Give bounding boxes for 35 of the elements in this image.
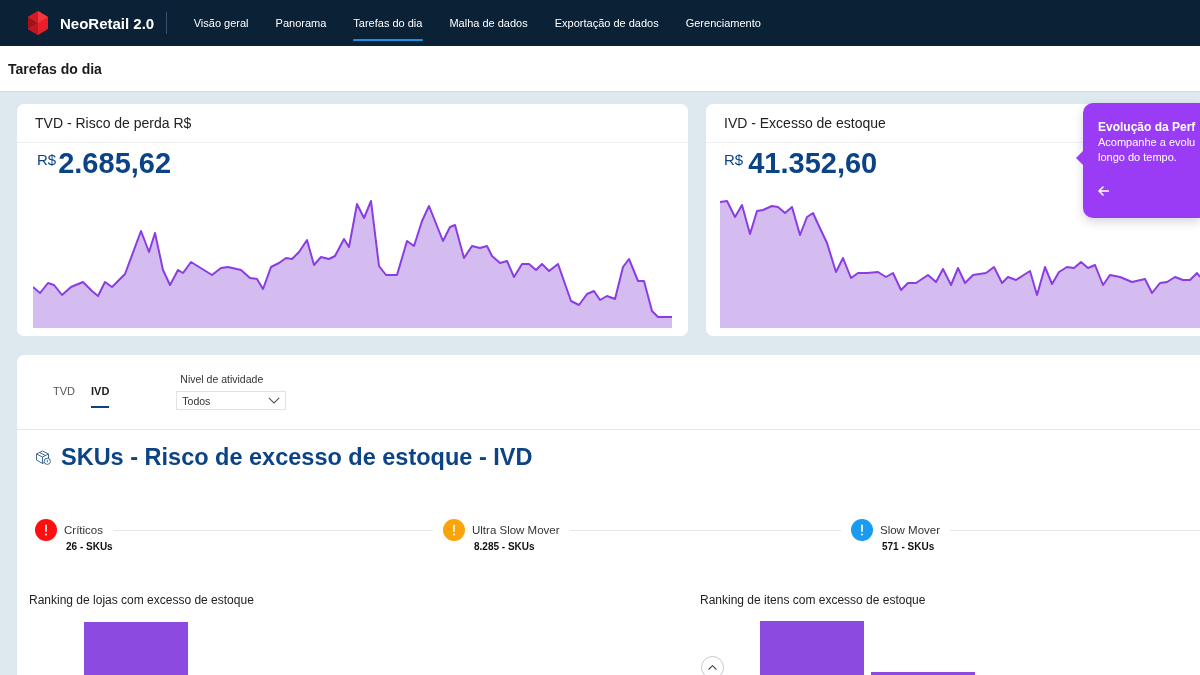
chart-title: Ranking de itens com excesso de estoque xyxy=(700,593,926,607)
nav-tab[interactable]: Tarefas do dia xyxy=(339,0,436,46)
status-label: Críticos xyxy=(64,524,103,536)
sku-count: 571 - SKUs xyxy=(881,541,935,553)
nav-tab[interactable]: Visão geral xyxy=(180,0,263,46)
kpi-value: 41.352,60 xyxy=(748,147,878,179)
chevron-down-icon xyxy=(268,397,281,404)
section-heading: SKUs - Risco de excesso de estoque - IVD xyxy=(61,444,533,470)
tab[interactable]: TVD xyxy=(53,384,75,408)
nav-tab[interactable]: Gerenciamento xyxy=(672,0,775,46)
filter-label: Nivel de atividade xyxy=(179,373,265,385)
chart-title: Ranking de lojas com excesso de estoque xyxy=(29,593,254,607)
back-arrow-icon[interactable] xyxy=(1098,186,1109,196)
page-title: Tarefas do dia xyxy=(8,60,102,77)
chevron-up-icon xyxy=(708,665,717,670)
kpi-value: 2.685,62 xyxy=(58,147,172,179)
card-title: IVD - Excesso de estoque xyxy=(724,115,886,131)
currency-symbol: R$ xyxy=(37,151,57,169)
dropdown[interactable]: Todos xyxy=(176,391,287,410)
nav-tab[interactable]: Malha de dados xyxy=(435,0,542,46)
tooltip-title: Evolução da Perf xyxy=(1098,119,1197,135)
tooltip-text: Acompanhe a evolu xyxy=(1098,135,1197,150)
card-title: TVD - Risco de perda R$ xyxy=(35,115,192,131)
currency-symbol: R$ xyxy=(724,151,744,169)
sku-count: 26 - SKUs xyxy=(65,541,113,553)
box-icon xyxy=(35,449,51,465)
tab[interactable]: IVD xyxy=(91,384,110,408)
nav-tab[interactable]: Exportação de dados xyxy=(541,0,673,46)
nav-tab[interactable]: Panorama xyxy=(262,0,340,46)
app-name: NeoRetail 2.0 xyxy=(60,14,155,32)
tooltip-text: longo do tempo. xyxy=(1098,150,1178,165)
status-label: Slow Mover xyxy=(880,524,941,536)
status-label: Ultra Slow Mover xyxy=(472,524,560,536)
sku-count: 8.285 - SKUs xyxy=(473,541,535,553)
logo-icon xyxy=(27,11,49,35)
